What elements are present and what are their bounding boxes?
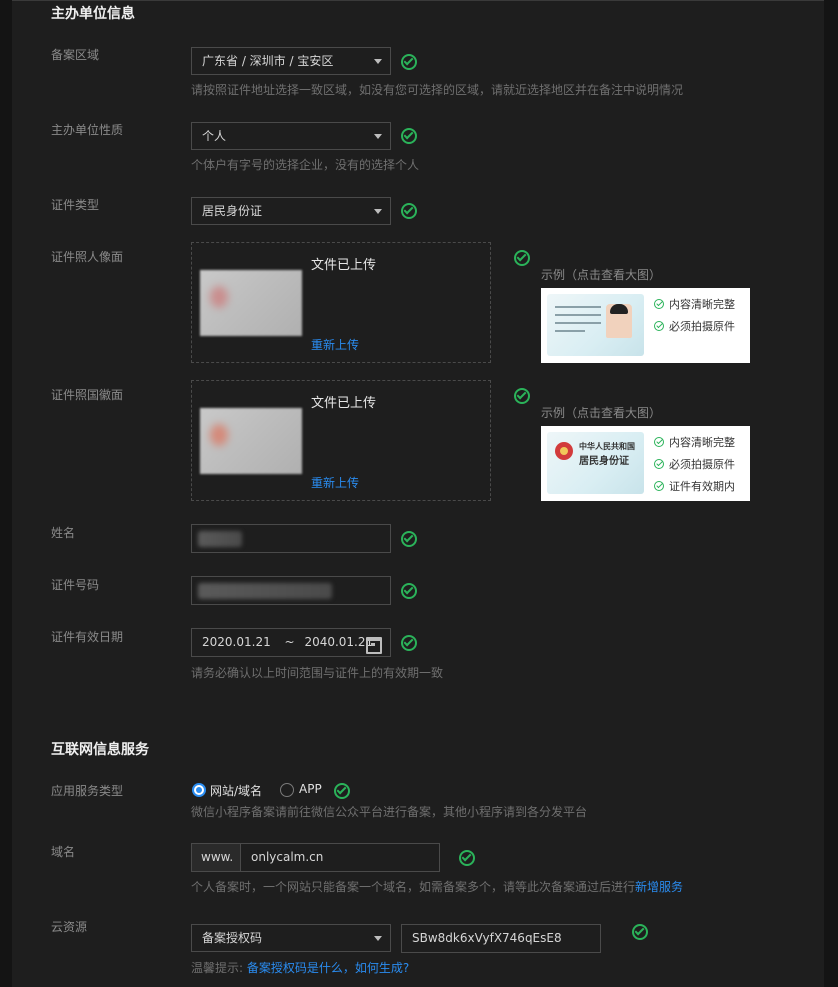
calendar-icon[interactable] [366,637,382,654]
label-validity: 证件有效日期 [51,630,124,644]
id-card-back-image: 中华人民共和国 居民身份证 [547,432,644,494]
date-start: 2020.01.21 [202,635,271,649]
date-separator: ~ [284,635,295,649]
cloud-hint-prefix: 温馨提示: [191,961,244,975]
uploaded-image-front [200,270,302,336]
label-service-type: 应用服务类型 [51,784,124,798]
validity-hint: 请务必确认以上时间范围与证件上的有效期一致 [191,666,444,680]
add-service-link[interactable]: 新增服务 [635,880,683,894]
nature-select[interactable]: 个人 [191,122,391,150]
redacted-cert-no [198,583,332,599]
region-select[interactable]: 广东省 / 深圳市 / 宝安区 [191,47,391,75]
section-title-internet: 互联网信息服务 [51,742,149,758]
section-title-sponsor: 主办单位信息 [51,6,135,22]
example-card-front[interactable]: 内容清晰完整 必须拍摄原件 [541,288,750,363]
label-cert-no: 证件号码 [51,578,100,592]
upload-status: 文件已上传 [311,258,377,273]
label-nature: 主办单位性质 [51,123,124,137]
check-circle-icon [401,635,417,651]
upload-box-back[interactable]: 文件已上传 重新上传 [191,380,491,501]
cert-no-input[interactable] [191,576,391,605]
region-hint: 请按照证件地址选择一致区域，如没有您可选择的区域，请就近选择地区并在备注中说明情… [191,83,684,97]
reupload-link-front[interactable]: 重新上传 [311,336,359,353]
cloud-type-value: 备案授权码 [202,931,263,945]
cloud-type-select[interactable]: 备案授权码 [191,924,391,952]
chevron-down-icon [374,936,382,941]
domain-hint-text: 个人备案时，一个网站只能备案一个域名，如需备案多个，请等此次备案通过后进行 [191,880,636,894]
example-item: 必须拍摄原件 [669,458,735,471]
nature-select-value: 个人 [202,129,227,143]
cert-type-select-value: 居民身份证 [202,204,263,218]
check-circle-icon [514,250,530,266]
example-item: 证件有效期内 [669,480,735,493]
example-item: 内容清晰完整 [669,436,735,449]
chevron-down-icon [374,59,382,64]
check-circle-icon [401,128,417,144]
card-subtitle: 居民身份证 [579,456,629,467]
region-select-value: 广东省 / 深圳市 / 宝安区 [202,54,334,68]
auth-code-input[interactable]: SBw8dk6xVyfX746qEsE8 [401,924,601,953]
upload-status: 文件已上传 [311,396,377,411]
domain-input[interactable]: onlycalm.cn [240,843,440,872]
check-circle-icon [514,388,530,404]
example-item: 必须拍摄原件 [669,320,735,333]
check-circle-icon [401,531,417,547]
radio-label-website[interactable]: 网站/域名 [210,782,262,799]
example-item: 内容清晰完整 [669,298,735,311]
validity-date-range[interactable]: 2020.01.21 ~ 2040.01.21 [191,628,391,657]
check-circle-icon [654,321,664,331]
check-circle-icon [459,850,475,866]
uploaded-image-back [200,408,302,474]
radio-website-domain[interactable] [192,783,206,797]
check-circle-icon [654,437,664,447]
chevron-down-icon [374,134,382,139]
label-domain: 域名 [51,845,76,859]
example-caption-front: 示例（点击查看大图） [541,268,662,282]
label-cloud: 云资源 [51,920,88,934]
reupload-link-back[interactable]: 重新上传 [311,474,359,491]
nature-hint: 个体户有字号的选择企业，没有的选择个人 [191,158,420,172]
check-circle-icon [334,783,350,799]
label-region: 备案区域 [51,48,100,62]
service-hint: 微信小程序备案请前往微信公众平台进行备案，其他小程序请到各分发平台 [191,805,588,819]
main-panel: 主办单位信息 备案区域 广东省 / 深圳市 / 宝安区 请按照证件地址选择一致区… [12,0,824,987]
date-end: 2040.01.21 [304,635,374,649]
radio-label-app[interactable]: APP [299,782,322,796]
card-title: 中华人民共和国 [579,442,635,451]
domain-hint: 个人备案时，一个网站只能备案一个域名，如需备案多个，请等此次备案通过后进行新增服… [191,878,683,895]
label-name: 姓名 [51,526,76,540]
cloud-hint: 温馨提示: 备案授权码是什么，如何生成? [191,959,409,976]
cert-type-select[interactable]: 居民身份证 [191,197,391,225]
example-caption-back: 示例（点击查看大图） [541,406,662,420]
label-cert-type: 证件类型 [51,198,100,212]
chevron-down-icon [374,209,382,214]
check-circle-icon [654,299,664,309]
label-cert-back: 证件照国徽面 [51,388,124,402]
label-cert-front: 证件照人像面 [51,250,124,264]
check-circle-icon [401,583,417,599]
name-input[interactable] [191,524,391,553]
upload-box-front[interactable]: 文件已上传 重新上传 [191,242,491,363]
redacted-name [198,531,242,547]
check-circle-icon [654,481,664,491]
check-circle-icon [401,203,417,219]
domain-prefix: www. [191,843,241,872]
check-circle-icon [632,924,648,940]
check-circle-icon [654,459,664,469]
radio-app[interactable] [280,783,294,797]
auth-code-help-link[interactable]: 备案授权码是什么，如何生成? [247,961,409,975]
example-card-back[interactable]: 中华人民共和国 居民身份证 内容清晰完整 必须拍摄原件 证件有效期内 [541,426,750,501]
check-circle-icon [401,54,417,70]
id-card-front-image [547,294,644,356]
national-emblem-icon [555,442,573,460]
